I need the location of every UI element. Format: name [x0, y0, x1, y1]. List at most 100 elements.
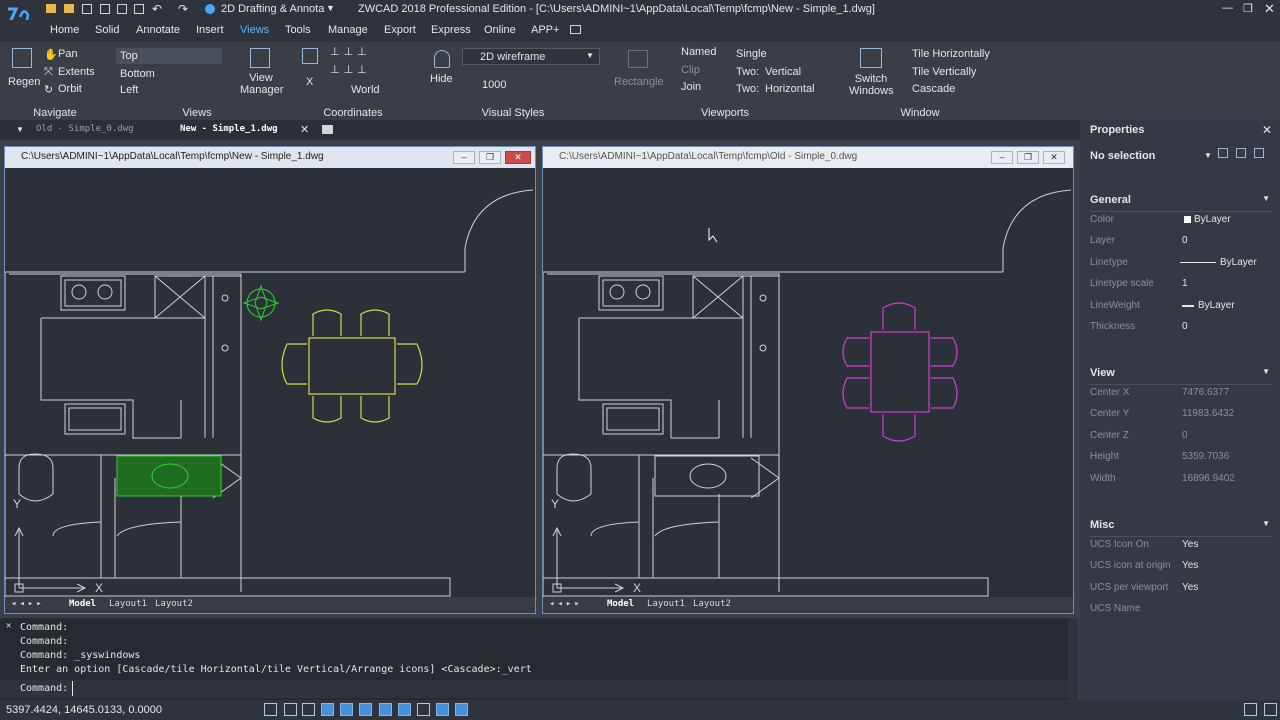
- join-button[interactable]: Join: [681, 81, 701, 93]
- layout-tab-layout1[interactable]: Layout1: [647, 599, 685, 609]
- view-manager-button[interactable]: View Manager: [240, 72, 283, 96]
- ortho-icon[interactable]: [302, 703, 315, 716]
- command-scrollbar[interactable]: [1068, 618, 1078, 700]
- rectangle-button[interactable]: Rectangle: [614, 76, 664, 88]
- ribbon-minimize-icon[interactable]: [570, 25, 581, 34]
- ucs-x-button[interactable]: X: [306, 76, 313, 88]
- plot-preview-icon[interactable]: [134, 4, 144, 14]
- prop-row-ucs-name[interactable]: UCS Name: [1090, 599, 1272, 619]
- restore-button[interactable]: ❐: [1017, 151, 1039, 164]
- selection-cycling-icon[interactable]: [455, 703, 468, 716]
- prop-row-center-y[interactable]: Center Y 11983.6432: [1090, 404, 1272, 424]
- hide-button[interactable]: Hide: [430, 73, 453, 85]
- clip-button[interactable]: Clip: [681, 64, 700, 76]
- drawing-canvas[interactable]: Y X: [5, 168, 535, 597]
- doc-tab-new[interactable]: New - Simple_1.dwg: [180, 124, 278, 134]
- gear-icon[interactable]: [1244, 703, 1257, 716]
- prop-row-color[interactable]: Color ByLayer: [1090, 210, 1272, 230]
- quick-select-icon[interactable]: [1254, 148, 1264, 158]
- workspace-dropdown[interactable]: 2D Drafting & Annota: [221, 3, 324, 15]
- tab-home[interactable]: Home: [50, 24, 79, 36]
- orbit-button[interactable]: Orbit: [58, 83, 82, 95]
- grid-icon[interactable]: [284, 703, 297, 716]
- doc-tab-old[interactable]: Old - Simple_0.dwg: [36, 124, 134, 134]
- dyn-ucs-icon[interactable]: [379, 703, 392, 716]
- maximize-button[interactable]: ❐: [1243, 2, 1253, 15]
- undo-icon[interactable]: ↶: [152, 2, 162, 16]
- facetres-value[interactable]: 1000: [482, 79, 506, 91]
- open-file-icon[interactable]: [64, 4, 74, 13]
- tab-online[interactable]: Online: [484, 24, 516, 36]
- view-manager-icon[interactable]: [250, 48, 270, 68]
- view-item-bottom[interactable]: Bottom: [120, 68, 155, 80]
- save-as-icon[interactable]: [100, 4, 110, 14]
- prop-row-ucs-icon-on[interactable]: UCS Icon On Yes: [1090, 535, 1272, 555]
- close-button[interactable]: ✕: [505, 151, 531, 164]
- selection-dropdown[interactable]: No selection ▼: [1084, 146, 1214, 166]
- select-objects-icon[interactable]: [1236, 148, 1246, 158]
- command-input[interactable]: [72, 681, 1052, 696]
- prop-row-linetype[interactable]: Linetype ByLayer: [1090, 253, 1272, 273]
- ucs-icon[interactable]: [302, 48, 318, 64]
- switch-windows-button[interactable]: Switch Windows: [849, 73, 894, 97]
- minimize-button[interactable]: —: [1222, 2, 1233, 14]
- tile-horizontally-button[interactable]: Tile Horizontally: [912, 48, 990, 60]
- tab-manage[interactable]: Manage: [328, 24, 368, 36]
- tab-solid[interactable]: Solid: [95, 24, 119, 36]
- drawing-window-old[interactable]: C:\Users\ADMINI~1\AppData\Local\Temp\fcm…: [542, 146, 1074, 614]
- view-item-top[interactable]: Top: [120, 50, 138, 62]
- close-button[interactable]: ✕: [1043, 151, 1065, 164]
- new-file-icon[interactable]: [46, 4, 56, 13]
- layout-nav-arrows[interactable]: ◂◂▸▸: [11, 599, 45, 609]
- layout-tab-model[interactable]: Model: [607, 599, 634, 609]
- minimize-button[interactable]: –: [991, 151, 1013, 164]
- fullscreen-icon[interactable]: [1264, 703, 1277, 716]
- ucs-tools-row-1[interactable]: ⊥⊥⊥: [330, 45, 371, 58]
- tab-export[interactable]: Export: [384, 24, 416, 36]
- layout-nav-arrows[interactable]: ◂◂▸▸: [549, 599, 583, 609]
- chevron-down-icon[interactable]: ▼: [326, 3, 335, 13]
- prop-row-thickness[interactable]: Thickness 0: [1090, 317, 1272, 337]
- tab-app-plus[interactable]: APP+: [531, 24, 559, 36]
- prop-row-ucs-per-viewport[interactable]: UCS per viewport Yes: [1090, 578, 1272, 598]
- new-tab-icon[interactable]: [322, 125, 333, 134]
- lineweight-icon[interactable]: [417, 703, 430, 716]
- prop-row-height[interactable]: Height 5359.7036: [1090, 447, 1272, 467]
- regen-icon[interactable]: [12, 48, 32, 68]
- extents-button[interactable]: Extents: [58, 66, 95, 78]
- tab-express[interactable]: Express: [431, 24, 471, 36]
- osnap-icon[interactable]: [340, 703, 353, 716]
- prop-row-lineweight[interactable]: LineWeight ByLayer: [1090, 296, 1272, 316]
- layout-tab-layout2[interactable]: Layout2: [693, 599, 731, 609]
- close-tab-icon[interactable]: ✕: [300, 123, 309, 136]
- close-button[interactable]: ✕: [1264, 1, 1275, 17]
- prop-row-ucs-icon-origin[interactable]: UCS icon at origin Yes: [1090, 556, 1272, 576]
- save-icon[interactable]: [82, 4, 92, 14]
- ucs-tools-row-2[interactable]: ⊥⊥⊥: [330, 63, 371, 76]
- tab-views[interactable]: Views: [240, 24, 269, 36]
- tab-tools[interactable]: Tools: [285, 24, 311, 36]
- ucs-world-dropdown[interactable]: World: [351, 84, 380, 96]
- prop-row-width[interactable]: Width 16896.9402: [1090, 469, 1272, 489]
- tab-annotate[interactable]: Annotate: [136, 24, 180, 36]
- dyn-input-icon[interactable]: [398, 703, 411, 716]
- single-viewport-button[interactable]: Single: [736, 48, 767, 60]
- minimize-button[interactable]: –: [453, 151, 475, 164]
- drawing-canvas[interactable]: Y X: [543, 168, 1073, 597]
- tab-insert[interactable]: Insert: [196, 24, 224, 36]
- named-button[interactable]: Named: [681, 46, 716, 58]
- otrack-icon[interactable]: [359, 703, 372, 716]
- pan-button[interactable]: Pan: [58, 48, 78, 60]
- chevron-down-icon[interactable]: ▼: [16, 125, 24, 134]
- prop-row-center-z[interactable]: Center Z0: [1090, 426, 1272, 446]
- regen-button[interactable]: Regen: [8, 76, 40, 88]
- prop-row-center-x[interactable]: Center X 7476.6377: [1090, 383, 1272, 403]
- prop-row-layer[interactable]: Layer 0: [1090, 231, 1272, 251]
- drawing-window-new[interactable]: C:\Users\ADMINI~1\AppData\Local\Temp\fcm…: [4, 146, 536, 614]
- layout-tab-layout2[interactable]: Layout2: [155, 599, 193, 609]
- layout-tab-layout1[interactable]: Layout1: [109, 599, 147, 609]
- switch-windows-icon[interactable]: [860, 48, 882, 68]
- hide-icon[interactable]: [434, 50, 450, 68]
- two-vertical-button[interactable]: Vertical: [765, 66, 801, 78]
- toggle-pickadd-icon[interactable]: [1218, 148, 1228, 158]
